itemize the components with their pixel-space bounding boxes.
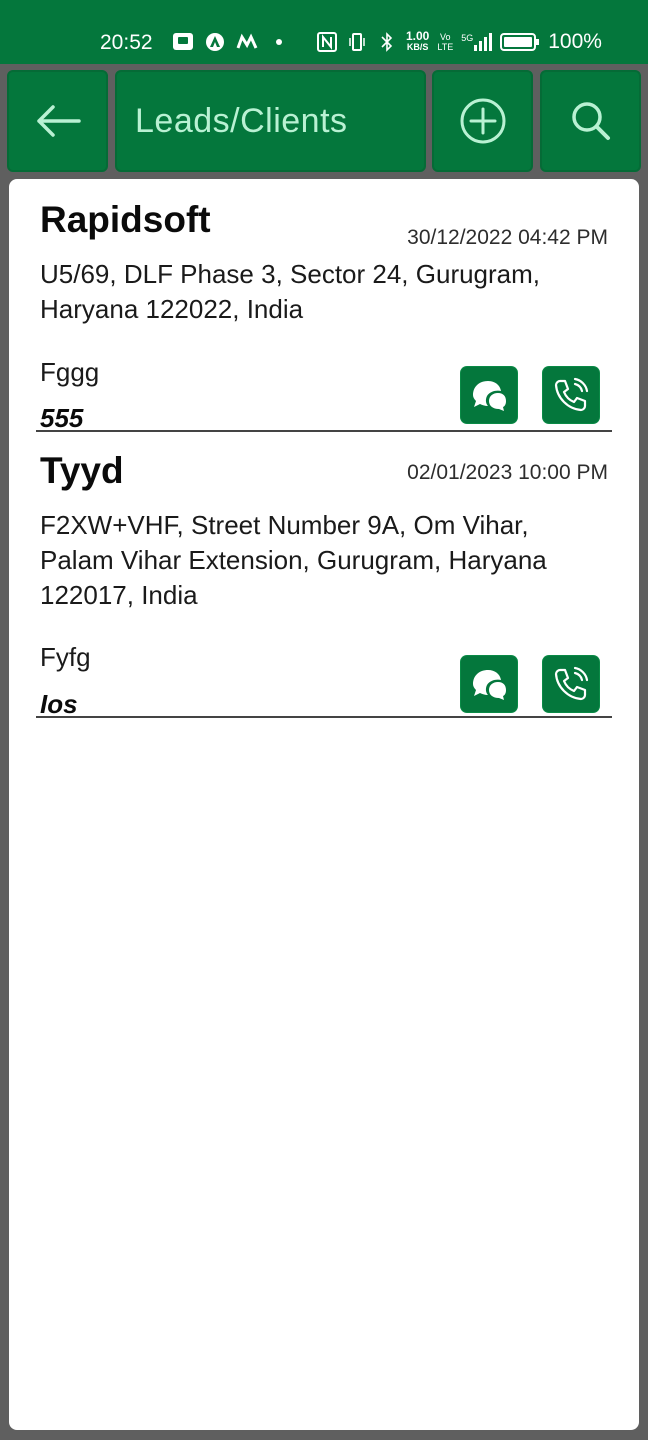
chat-bubbles-icon	[473, 381, 506, 411]
lead-date: 02/01/2023 10:00 PM	[407, 461, 608, 484]
battery-icon	[500, 32, 540, 52]
call-button[interactable]	[543, 656, 599, 712]
volte-top: Vo	[440, 32, 451, 42]
arrow-left-icon	[36, 105, 81, 137]
app-a-icon	[204, 32, 226, 52]
lead-date: 30/12/2022 04:42 PM	[407, 226, 608, 249]
lead-address: U5/69, DLF Phase 3, Sector 24, Gurugram,…	[40, 259, 541, 324]
list-item[interactable]: Tyyd 02/01/2023 10:00 PM F2XW+VHF, Stree…	[36, 450, 612, 720]
chat-button[interactable]	[461, 656, 517, 712]
search-icon	[571, 102, 610, 140]
lead-note: Fyfg	[40, 642, 91, 672]
lead-name: Tyyd	[40, 450, 124, 491]
net-speed-unit: KB/S	[406, 42, 429, 52]
nfc-icon	[316, 32, 338, 52]
call-button[interactable]	[543, 367, 599, 423]
chat-bubbles-icon	[473, 670, 506, 700]
signal-bars-icon	[474, 33, 493, 51]
signal-indicator: 5G	[461, 33, 493, 51]
chat-button[interactable]	[461, 367, 517, 423]
leads-list: Rapidsoft 30/12/2022 04:42 PM U5/69, DLF…	[9, 179, 639, 1430]
search-button[interactable]	[540, 70, 641, 172]
phone-call-icon	[554, 377, 589, 412]
back-button[interactable]	[7, 70, 108, 172]
notification-icons	[172, 32, 290, 52]
dot-icon	[268, 32, 290, 52]
page-title-box: Leads/Clients	[115, 70, 426, 172]
net-speed: 1.00 KB/S	[406, 29, 430, 53]
bluetooth-icon	[376, 32, 398, 52]
divider	[36, 430, 612, 432]
status-bar: 20:52 1.00 KB/S Vo LTE 5G 100%	[0, 0, 648, 64]
system-icons: 1.00 KB/S Vo LTE 5G 100%	[316, 30, 602, 54]
plus-circle-icon	[460, 98, 505, 144]
signal-label: 5G	[461, 33, 474, 43]
divider	[36, 716, 612, 718]
net-speed-value: 1.00	[406, 29, 430, 43]
volte-bottom: LTE	[437, 42, 454, 52]
screen-icon	[172, 32, 194, 52]
page-title: Leads/Clients	[135, 101, 348, 140]
app-m-icon	[236, 32, 258, 52]
battery-percent: 100%	[548, 30, 602, 53]
list-item[interactable]: Rapidsoft 30/12/2022 04:42 PM U5/69, DLF…	[36, 199, 612, 433]
vibrate-icon	[346, 32, 368, 52]
lead-name: Rapidsoft	[40, 199, 211, 240]
lead-note: Fggg	[40, 357, 100, 387]
phone-call-icon	[554, 666, 589, 701]
add-lead-button[interactable]	[432, 70, 533, 172]
toolbar: Leads/Clients	[0, 70, 648, 174]
lead-address: F2XW+VHF, Street Number 9A, Om Vihar, Pa…	[40, 510, 547, 610]
volte-indicator: Vo LTE	[437, 32, 453, 52]
status-time: 20:52	[100, 31, 153, 54]
